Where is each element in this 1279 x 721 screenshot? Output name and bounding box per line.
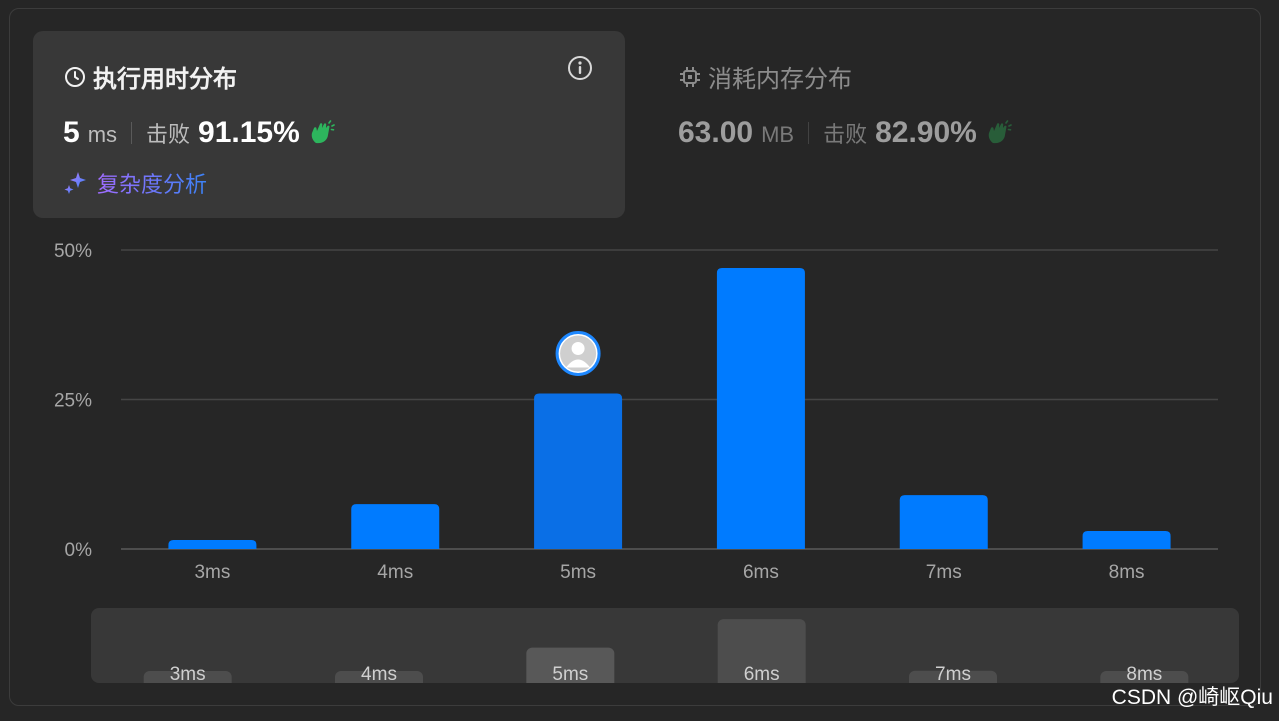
x-tick-label: 4ms: [377, 562, 413, 583]
bar-5ms[interactable]: [534, 393, 623, 549]
bar-4ms[interactable]: [351, 504, 440, 549]
overview-label: 4ms: [361, 664, 397, 683]
x-tick-label: 7ms: [926, 562, 962, 583]
x-tick-label: 8ms: [1109, 562, 1145, 583]
bar-7ms[interactable]: [899, 495, 988, 549]
overview-label: 6ms: [744, 664, 780, 683]
bar-8ms[interactable]: [1082, 531, 1171, 549]
bar-3ms[interactable]: [168, 540, 257, 549]
chart-overview-scroller[interactable]: 3ms 4ms 5ms 6ms 7ms 8ms: [91, 608, 1239, 683]
avatar-icon: [555, 331, 601, 377]
x-tick-label: 6ms: [743, 562, 779, 583]
watermark: CSDN @崎岖Qiu: [1111, 686, 1273, 709]
y-tick-label: 25%: [54, 391, 92, 412]
overview-label: 5ms: [552, 664, 588, 683]
y-tick-label: 0%: [65, 540, 93, 561]
overview-label: 7ms: [935, 664, 971, 683]
runtime-distribution-chart: 0% 25% 50% 3ms 4ms 5ms 6ms 7ms 8ms: [54, 241, 1218, 583]
overview-label: 3ms: [170, 664, 206, 683]
x-tick-label: 5ms: [560, 562, 596, 583]
y-tick-label: 50%: [54, 241, 92, 262]
x-tick-label: 3ms: [194, 562, 230, 583]
overview-chart: 3ms 4ms 5ms 6ms 7ms 8ms: [143, 619, 1189, 683]
bar-6ms[interactable]: [716, 267, 805, 549]
